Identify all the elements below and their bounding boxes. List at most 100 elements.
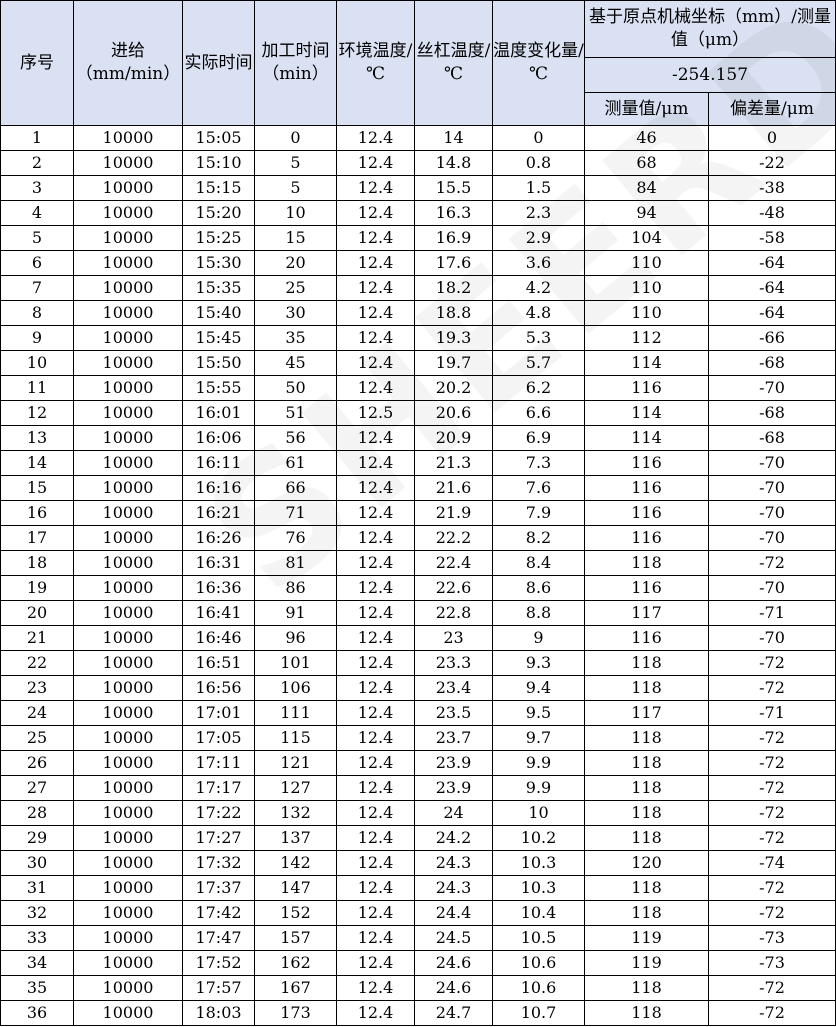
cell-seq: 19 [0, 575, 74, 601]
cell-temp-change: 8.6 [492, 575, 585, 601]
cell-temp-change: 2.3 [492, 200, 585, 226]
cell-screw-temp: 16.3 [414, 200, 493, 226]
cell-seq: 25 [0, 725, 74, 751]
cell-seq: 16 [0, 500, 74, 526]
cell-env-temp: 12.4 [336, 750, 415, 776]
cell-measured: 116 [584, 575, 709, 601]
cell-screw-temp: 24.6 [414, 950, 493, 976]
table-row: 19 10000 16:36 86 12.4 22.6 8.6 116 -70 [0, 575, 836, 601]
cell-seq: 27 [0, 775, 74, 801]
cell-seq: 6 [0, 250, 74, 276]
cell-time: 15:50 [182, 350, 255, 376]
cell-screw-temp: 24.4 [414, 900, 493, 926]
cell-deviation: 0 [707, 125, 836, 151]
cell-seq: 10 [0, 350, 74, 376]
table-row: 14 10000 16:11 61 12.4 21.3 7.3 116 -70 [0, 450, 836, 476]
cell-seq: 18 [0, 550, 74, 576]
cell-temp-change: 2.9 [492, 225, 585, 251]
cell-deviation: -73 [707, 950, 836, 976]
table-body: 1 10000 15:05 0 12.4 14 0 46 0 2 10000 15:10 5 12.4 14… [0, 125, 836, 1026]
table-row: 30 10000 17:32 142 12.4 24.3 10.3 120 -74 [0, 850, 836, 876]
table-row: 34 10000 17:52 162 12.4 24.6 10.6 119 -73 [0, 950, 836, 976]
cell-temp-change: 9.5 [492, 700, 585, 726]
table-row: 4 10000 15:20 10 12.4 16.3 2.3 94 -48 [0, 200, 836, 226]
header-seq: 序号 [0, 0, 74, 126]
cell-time: 17:05 [182, 725, 255, 751]
cell-feed: 10000 [73, 600, 183, 626]
cell-time: 15:45 [182, 325, 255, 351]
cell-feed: 10000 [73, 425, 183, 451]
cell-temp-change: 10.6 [492, 950, 585, 976]
cell-measured: 117 [584, 700, 709, 726]
cell-seq: 2 [0, 150, 74, 176]
cell-deviation: -72 [707, 800, 836, 826]
cell-env-temp: 12.4 [336, 325, 415, 351]
cell-measured: 118 [584, 750, 709, 776]
cell-elapsed: 86 [254, 575, 337, 601]
cell-temp-change: 7.6 [492, 475, 585, 501]
cell-time: 16:51 [182, 650, 255, 676]
cell-elapsed: 162 [254, 950, 337, 976]
cell-measured: 114 [584, 425, 709, 451]
cell-measured: 112 [584, 325, 709, 351]
cell-temp-change: 6.6 [492, 400, 585, 426]
cell-env-temp: 12.4 [336, 600, 415, 626]
cell-deviation: -72 [707, 675, 836, 701]
cell-measured: 116 [584, 450, 709, 476]
table-row: 16 10000 16:21 71 12.4 21.9 7.9 116 -70 [0, 500, 836, 526]
cell-seq: 35 [0, 975, 74, 1001]
table-row: 5 10000 15:25 15 12.4 16.9 2.9 104 -58 [0, 225, 836, 251]
cell-measured: 104 [584, 225, 709, 251]
cell-measured: 68 [584, 150, 709, 176]
cell-measured: 120 [584, 850, 709, 876]
cell-measured: 118 [584, 650, 709, 676]
cell-screw-temp: 21.9 [414, 500, 493, 526]
cell-time: 16:31 [182, 550, 255, 576]
cell-deviation: -73 [707, 925, 836, 951]
cell-feed: 10000 [73, 950, 183, 976]
cell-temp-change: 10 [492, 800, 585, 826]
cell-measured: 110 [584, 275, 709, 301]
cell-elapsed: 152 [254, 900, 337, 926]
cell-time: 17:42 [182, 900, 255, 926]
cell-deviation: -70 [707, 525, 836, 551]
cell-deviation: -72 [707, 900, 836, 926]
cell-time: 15:15 [182, 175, 255, 201]
cell-screw-temp: 16.9 [414, 225, 493, 251]
cell-deviation: -70 [707, 575, 836, 601]
cell-time: 17:52 [182, 950, 255, 976]
cell-env-temp: 12.4 [336, 575, 415, 601]
cell-feed: 10000 [73, 150, 183, 176]
cell-time: 16:41 [182, 600, 255, 626]
cell-screw-temp: 19.7 [414, 350, 493, 376]
cell-temp-change: 5.3 [492, 325, 585, 351]
cell-deviation: -64 [707, 275, 836, 301]
cell-temp-change: 10.6 [492, 975, 585, 1001]
measurement-table: 序号 进给（mm/min） 实际时间 加工时间（min） 环境温度/℃ 丝杠温度… [0, 0, 836, 1026]
table-row: 26 10000 17:11 121 12.4 23.9 9.9 118 -72 [0, 750, 836, 776]
cell-feed: 10000 [73, 700, 183, 726]
cell-time: 16:26 [182, 525, 255, 551]
cell-temp-change: 0 [492, 125, 585, 151]
cell-measured: 118 [584, 775, 709, 801]
cell-time: 15:10 [182, 150, 255, 176]
cell-deviation: -71 [707, 600, 836, 626]
cell-measured: 117 [584, 600, 709, 626]
cell-deviation: -70 [707, 375, 836, 401]
cell-feed: 10000 [73, 175, 183, 201]
cell-screw-temp: 21.6 [414, 475, 493, 501]
cell-temp-change: 10.7 [492, 1000, 585, 1026]
cell-time: 17:11 [182, 750, 255, 776]
cell-env-temp: 12.4 [336, 725, 415, 751]
cell-screw-temp: 18.2 [414, 275, 493, 301]
header-group-value: -254.157 [583, 57, 836, 93]
cell-screw-temp: 23.9 [414, 775, 493, 801]
cell-feed: 10000 [73, 550, 183, 576]
table-row: 28 10000 17:22 132 12.4 24 10 118 -72 [0, 800, 836, 826]
table-row: 9 10000 15:45 35 12.4 19.3 5.3 112 -66 [0, 325, 836, 351]
table-row: 22 10000 16:51 101 12.4 23.3 9.3 118 -72 [0, 650, 836, 676]
cell-screw-temp: 18.8 [414, 300, 493, 326]
cell-seq: 36 [0, 1000, 74, 1026]
cell-screw-temp: 14 [414, 125, 493, 151]
cell-elapsed: 142 [254, 850, 337, 876]
